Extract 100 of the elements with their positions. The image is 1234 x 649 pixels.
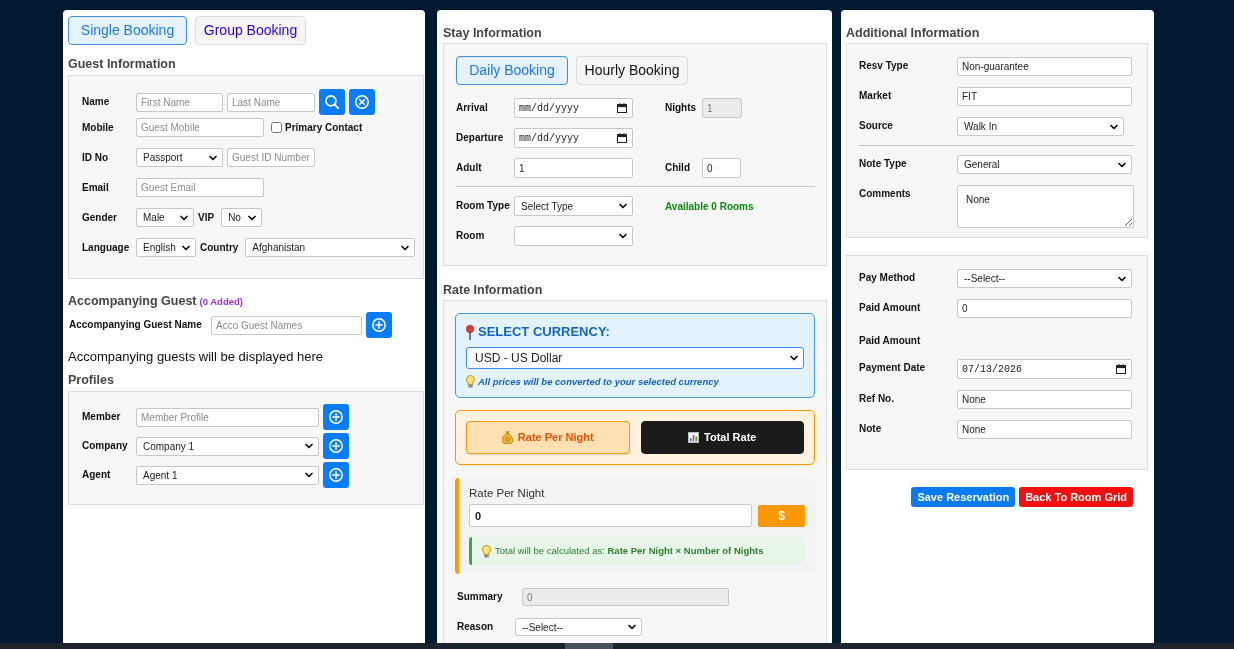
booking-tab[interactable]: Group Booking (195, 16, 306, 45)
field-label: Reason (457, 621, 495, 633)
currency-hint: All prices will be converted to your selected currency (478, 375, 719, 388)
select-field[interactable]: No (221, 208, 263, 227)
search-icon (325, 95, 339, 109)
booking-type-tab[interactable]: Daily Booking (456, 56, 568, 85)
field-label: Name (82, 96, 111, 108)
text-field[interactable]: 1 (514, 158, 633, 178)
date-field[interactable]: mm/dd/yyyy (514, 128, 633, 148)
text-field[interactable]: 0 (469, 504, 752, 527)
clear-icon (355, 95, 369, 109)
add-button[interactable] (366, 312, 392, 339)
field-label: Agent (82, 469, 112, 482)
clear-button[interactable] (349, 89, 375, 115)
field-label: Room (456, 230, 486, 242)
select-field[interactable]: --Select-- (957, 269, 1132, 288)
text-field[interactable]: Last Name (227, 92, 315, 112)
text-field[interactable]: Guest ID Number (227, 148, 315, 167)
add-icon (329, 468, 343, 483)
currency-select[interactable]: USD - US Dollar (466, 347, 804, 369)
select-field[interactable]: Company 1 (136, 436, 319, 456)
field-label: Paid Amount (859, 301, 922, 314)
back-button[interactable]: Back To Room Grid (1019, 487, 1133, 507)
text-field[interactable]: Guest Mobile (136, 118, 264, 137)
section-title: Additional Information (846, 26, 981, 41)
field-label: Adult (456, 162, 483, 174)
bar-chart-icon (688, 432, 700, 443)
select-field[interactable]: Male (136, 208, 194, 227)
select-field[interactable]: Agent 1 (136, 465, 319, 485)
formula-text: Total will be calculated as: Rate Per Night × Number of Nights (495, 543, 764, 558)
date-field[interactable]: mm/dd/yyyy (514, 98, 633, 118)
field-label: VIP (198, 211, 215, 224)
save-button[interactable]: Save Reservation (911, 487, 1016, 507)
text-field[interactable]: First Name (136, 92, 223, 112)
checkbox[interactable] (271, 122, 282, 133)
field-label: Resv Type (859, 59, 910, 72)
checkbox-label: Primary Contact (285, 121, 363, 134)
field-label: Rate Per Night (469, 486, 546, 500)
text-field[interactable]: None (957, 390, 1132, 409)
text-field[interactable]: FIT (957, 87, 1132, 106)
pin-icon (466, 324, 474, 340)
field-label: Nights (665, 102, 698, 114)
field-label: Payment Date (859, 361, 927, 374)
section-title: Stay Information (443, 26, 543, 41)
add-button[interactable] (323, 404, 349, 431)
text-field[interactable]: None (957, 420, 1132, 439)
section-title: Profiles (68, 373, 115, 389)
availability-text: Available 0 Rooms (665, 199, 754, 214)
text-field[interactable]: 0 (957, 299, 1132, 318)
text-field[interactable]: Acco Guest Names (211, 315, 362, 335)
field-label: Note (859, 422, 883, 435)
currency-title: SELECT CURRENCY: (478, 324, 610, 340)
field-label: Mobile (82, 121, 115, 134)
field-label: Company (82, 440, 129, 453)
text-field[interactable]: Non-guarantee (957, 57, 1132, 76)
field-label: Arrival (456, 102, 489, 114)
field-label: Comments (859, 187, 912, 200)
select-field[interactable]: Passport (136, 148, 223, 167)
lightbulb-icon (482, 544, 491, 558)
select-field[interactable]: English (136, 238, 196, 257)
add-button[interactable] (323, 462, 349, 489)
money-bag-icon (501, 431, 513, 444)
field-label: Accompanying Guest Name (69, 319, 203, 332)
select-field[interactable]: --Select-- (515, 618, 642, 636)
select-field[interactable]: Walk In (957, 117, 1124, 136)
field-label: Note Type (859, 157, 908, 170)
field-label: Pay Method (859, 271, 917, 284)
field-label: Source (859, 119, 894, 132)
section-title: Rate Information (443, 283, 544, 298)
text-field[interactable]: Member Profile (136, 407, 319, 427)
calendar-icon (1116, 364, 1126, 374)
field-label: Country (200, 241, 239, 254)
calendar-icon (617, 133, 627, 143)
text-field[interactable]: 0 (702, 158, 741, 178)
select-field[interactable]: Select Type (514, 196, 633, 216)
textarea-field[interactable]: None (957, 185, 1134, 228)
calendar-icon (617, 103, 627, 113)
field-label: Market (859, 89, 893, 102)
lightbulb-icon (466, 375, 475, 388)
empty-message: Accompanying guests will be displayed here (68, 349, 325, 366)
field-label: Room Type (456, 200, 511, 212)
select-field[interactable] (514, 226, 633, 246)
field-label: Ref No. (859, 392, 895, 405)
date-field[interactable]: 07/13/2026 (957, 359, 1132, 379)
field-label: Member (82, 411, 122, 424)
field-label: Email (82, 181, 110, 194)
text-field[interactable]: Guest Email (136, 178, 264, 197)
booking-tab[interactable]: Single Booking (68, 16, 187, 45)
add-icon (329, 410, 343, 425)
field-label: Language (82, 241, 131, 254)
booking-type-tab[interactable]: Hourly Booking (576, 56, 688, 85)
horizontal-scrollbar[interactable] (0, 643, 1234, 649)
add-button[interactable] (323, 433, 349, 460)
field-label: Gender (82, 211, 118, 224)
select-field[interactable]: Afghanistan (245, 238, 416, 257)
rate-mode-button[interactable]: Total Rate (640, 421, 804, 454)
field-label: Summary (457, 591, 504, 603)
search-button[interactable] (319, 89, 345, 115)
select-field[interactable]: General (957, 155, 1132, 174)
field-label: ID No (82, 151, 110, 164)
